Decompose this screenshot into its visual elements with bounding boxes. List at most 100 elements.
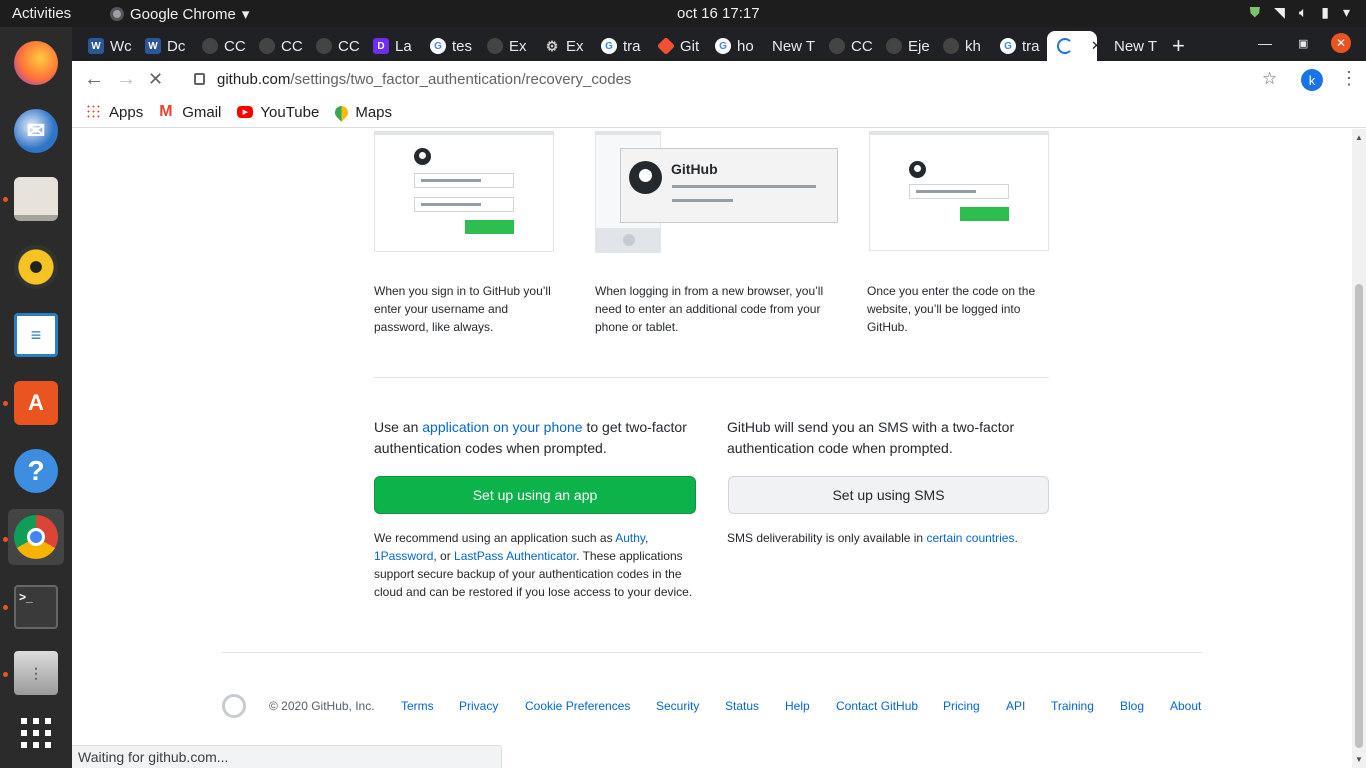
app-menu[interactable]: Google Chrome ▾ xyxy=(110,5,249,23)
close-tab-icon[interactable]: ✕ xyxy=(1091,38,1097,54)
tab[interactable]: CC xyxy=(306,31,362,61)
setup-sms-button[interactable]: Set up using SMS xyxy=(728,476,1049,514)
tab[interactable]: CC xyxy=(192,31,248,61)
system-tray[interactable]: ⛊ ◥ 🔈︎ ▮ ▾ xyxy=(1250,4,1350,21)
maximize-button[interactable]: ▣ xyxy=(1298,37,1308,50)
tab[interactable]: Eje xyxy=(876,31,932,61)
bookmark-apps[interactable]: Apps xyxy=(86,104,143,121)
bookmark-youtube[interactable]: ▶ YouTube xyxy=(237,104,319,121)
tab[interactable]: New T xyxy=(762,31,818,61)
lastpass-link[interactable]: LastPass Authenticator xyxy=(454,549,576,563)
github-logo-icon xyxy=(629,161,662,194)
forward-button[interactable]: → xyxy=(116,68,136,91)
footer-link-security[interactable]: Security xyxy=(656,699,699,713)
google-icon: G xyxy=(715,38,731,54)
dock-firefox[interactable] xyxy=(8,35,64,91)
back-button[interactable]: ← xyxy=(84,68,104,91)
github-logo-icon xyxy=(909,161,926,178)
tab-label: Dc xyxy=(167,37,186,55)
setup-app-button[interactable]: Set up using an app xyxy=(374,476,696,514)
bookmark-label: Apps xyxy=(109,103,144,121)
scroll-down-icon[interactable]: ▼ xyxy=(1355,755,1363,764)
stop-loading-button[interactable]: ✕ xyxy=(148,69,163,90)
section-divider xyxy=(374,377,1049,378)
tab[interactable]: CC xyxy=(249,31,305,61)
footer-link-cookie-preferences[interactable]: Cookie Preferences xyxy=(525,699,630,713)
tab[interactable]: Gtra xyxy=(990,31,1046,61)
footer-link-contact[interactable]: Contact GitHub xyxy=(836,699,918,713)
tab[interactable]: kh xyxy=(933,31,989,61)
github-footer-logo-icon[interactable] xyxy=(222,694,246,718)
footer-link-status[interactable]: Status xyxy=(725,699,759,713)
bookmarks-bar: Apps M Gmail ▶ YouTube Maps xyxy=(72,97,1366,128)
minimize-button[interactable]: — xyxy=(1258,35,1272,51)
footer-link-terms[interactable]: Terms xyxy=(401,699,434,713)
bookmark-maps[interactable]: Maps xyxy=(332,102,392,122)
scroll-up-icon[interactable]: ▲ xyxy=(1355,133,1363,142)
tab[interactable]: W Wc xyxy=(78,31,134,61)
word-icon: W xyxy=(145,38,161,54)
sms-option-note: SMS deliverability is only available in … xyxy=(727,529,1049,547)
tab-label: CC xyxy=(851,37,873,55)
dock-software[interactable]: A xyxy=(8,375,64,431)
clock[interactable]: oct 16 17:17 xyxy=(677,5,760,22)
activities-button[interactable]: Activities xyxy=(12,5,71,22)
sms-option-lead: GitHub will send you an SMS with a two-f… xyxy=(727,419,1015,456)
scrollbar-thumb[interactable] xyxy=(1355,284,1363,748)
firefox-icon xyxy=(14,41,58,85)
tab[interactable]: Gho xyxy=(705,31,761,61)
close-window-button[interactable]: ✕ xyxy=(1331,33,1351,53)
dock-help[interactable]: ? xyxy=(8,443,64,499)
authy-link[interactable]: Authy xyxy=(615,531,645,545)
tab-label: Ex xyxy=(566,37,584,55)
software-center-icon: A xyxy=(14,381,58,425)
rhythmbox-icon xyxy=(14,245,58,289)
footer-link-pricing[interactable]: Pricing xyxy=(943,699,980,713)
tab[interactable]: Ex xyxy=(477,31,533,61)
dock: ✉ ≡ A ? >_ ⋮ xyxy=(0,27,72,768)
footer-link-blog[interactable]: Blog xyxy=(1120,699,1144,713)
bookmark-star-icon[interactable]: ☆ xyxy=(1262,69,1277,89)
tab[interactable]: CC xyxy=(819,31,875,61)
wifi-icon: ◥ xyxy=(1274,4,1285,20)
address-domain: github.com xyxy=(217,70,291,88)
footer-link-api[interactable]: API xyxy=(1006,699,1025,713)
github-icon xyxy=(487,38,503,54)
tab[interactable]: Gtes xyxy=(420,31,476,61)
new-tab-button[interactable]: + xyxy=(1172,33,1185,59)
tab-label: Eje xyxy=(908,37,930,55)
dock-thunderbird[interactable]: ✉ xyxy=(8,103,64,159)
dock-terminal[interactable]: >_ xyxy=(8,579,64,635)
tab[interactable]: ✕ xyxy=(1047,31,1097,61)
dock-rhythmbox[interactable] xyxy=(8,239,64,295)
page-scrollbar[interactable]: ▲ ▼ xyxy=(1352,129,1366,768)
address-bar[interactable]: github.com/settings/two_factor_authentic… xyxy=(182,65,1292,93)
tab[interactable]: New T xyxy=(1104,31,1164,61)
footer-divider xyxy=(222,652,1202,653)
tab-label: New T xyxy=(1114,37,1158,55)
tab[interactable]: D La xyxy=(363,31,419,61)
tab[interactable]: ⚙ Ex xyxy=(534,31,590,61)
profile-avatar[interactable]: k xyxy=(1301,69,1323,91)
show-applications-button[interactable] xyxy=(8,705,64,761)
step-description: When logging in from a new browser, you’… xyxy=(595,284,824,334)
footer-link-privacy[interactable]: Privacy xyxy=(459,699,498,713)
footer-link-about[interactable]: About xyxy=(1170,699,1201,713)
footer-link-help[interactable]: Help xyxy=(785,699,810,713)
dock-chrome[interactable] xyxy=(8,509,64,565)
chrome-menu-icon[interactable]: ⋮ xyxy=(1340,68,1358,89)
1password-link[interactable]: 1Password xyxy=(374,549,433,563)
tab[interactable]: Gtra xyxy=(591,31,647,61)
bookmark-gmail[interactable]: M Gmail xyxy=(159,104,221,121)
footer-link-training[interactable]: Training xyxy=(1051,699,1094,713)
chrome-icon xyxy=(14,515,58,559)
tab[interactable]: Git xyxy=(648,31,704,61)
dock-writer[interactable]: ≡ xyxy=(8,307,64,363)
tab-label: Ex xyxy=(509,37,527,55)
git-icon xyxy=(656,36,676,56)
dock-files[interactable] xyxy=(8,171,64,227)
application-on-phone-link[interactable]: application on your phone xyxy=(422,419,582,435)
certain-countries-link[interactable]: certain countries xyxy=(926,531,1014,545)
dock-archive[interactable]: ⋮ xyxy=(8,645,64,701)
tab[interactable]: W Dc xyxy=(135,31,191,61)
